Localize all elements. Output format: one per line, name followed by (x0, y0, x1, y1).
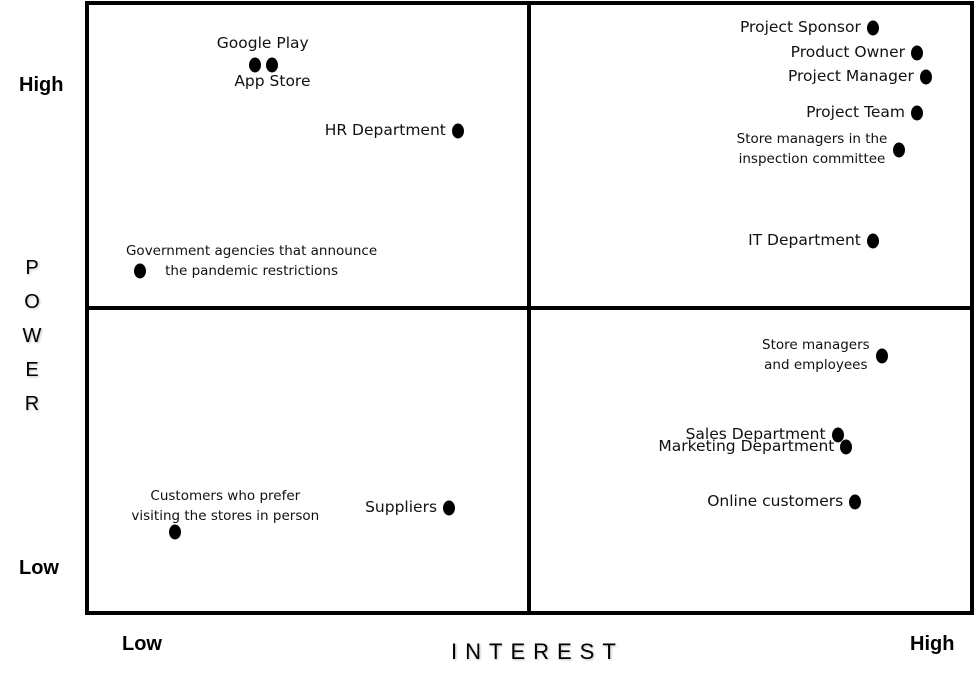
stakeholder-label: IT Department (748, 230, 861, 250)
stakeholder-label: Project Team (806, 102, 905, 122)
stakeholder-dot (875, 348, 888, 364)
stakeholder-label-line: and employees (764, 357, 868, 374)
stakeholder-dot (840, 439, 853, 455)
stakeholder-dot (911, 105, 924, 121)
stakeholder-label: Google Play (217, 33, 309, 53)
stakeholder-label-line: the pandemic restrictions (165, 263, 338, 280)
stakeholder-dot (443, 500, 456, 516)
stakeholder-dot (893, 142, 906, 158)
stakeholder-label-line: IT Department (748, 230, 861, 249)
stakeholder-label: Product Owner (791, 42, 905, 62)
stakeholder-label-line: App Store (234, 71, 311, 90)
stakeholder-dot (849, 494, 862, 510)
stakeholder-dot (866, 20, 879, 36)
stakeholder-label-line: HR Department (324, 121, 446, 140)
stakeholder-label-line: Project Team (806, 103, 906, 122)
power-letter: P (25, 257, 39, 279)
x-axis-title: INTEREST (451, 639, 624, 664)
quadrant-horizontal-divider (85, 306, 974, 310)
power-letter: E (25, 359, 39, 381)
stakeholder-label: Project Sponsor (740, 17, 861, 37)
stakeholder-label: Marketing Department (658, 436, 834, 456)
x-axis-high-label: High (910, 633, 955, 655)
stakeholder-label: Store managers and employees (762, 335, 870, 375)
stakeholder-label-line: Product Owner (790, 42, 906, 61)
stakeholder-label: Government agencies that announce the pan… (126, 241, 377, 281)
stakeholder-label-line: visiting the stores in person (131, 508, 320, 525)
stakeholder-label-line: Project Manager (787, 66, 914, 85)
power-letter: W (22, 325, 42, 347)
stakeholder-label: Project Manager (788, 66, 914, 86)
stakeholder-label-line: Suppliers (365, 497, 438, 516)
x-axis-low-label: Low (122, 633, 162, 655)
stakeholder-dot (169, 524, 182, 540)
stakeholder-label: HR Department (325, 120, 446, 140)
stakeholder-label: App Store (234, 71, 310, 91)
stakeholder-dot (911, 45, 924, 61)
y-axis-low-label: Low (19, 557, 59, 579)
y-axis-high-label: High (19, 74, 64, 96)
stakeholder-label-line: Government agencies that announce (125, 243, 378, 260)
stakeholder-dot (451, 123, 464, 139)
stakeholder-label-line: Project Sponsor (739, 18, 861, 37)
stakeholder-label: Store managers in the inspection committe… (737, 129, 888, 169)
power-letter: O (24, 291, 40, 313)
stakeholder-label-line: Marketing Department (658, 437, 835, 456)
power-letter: R (24, 393, 40, 415)
stakeholder-label-line: Store managers in the (736, 130, 888, 147)
stakeholder-label-line: Store managers (762, 337, 870, 354)
stakeholder-dot (866, 233, 879, 249)
stakeholder-label-line: Online customers (707, 491, 844, 510)
stakeholder-label-line: inspection committee (738, 150, 886, 167)
stakeholder-label: Customers who prefer visiting the stores … (131, 486, 319, 526)
stakeholder-dot (919, 69, 932, 85)
stakeholder-label: Online customers (707, 491, 843, 511)
stakeholder-label: Suppliers (365, 497, 437, 517)
stakeholder-label-line: Google Play (216, 33, 309, 52)
stakeholder-label-line: Customers who prefer (150, 488, 301, 505)
